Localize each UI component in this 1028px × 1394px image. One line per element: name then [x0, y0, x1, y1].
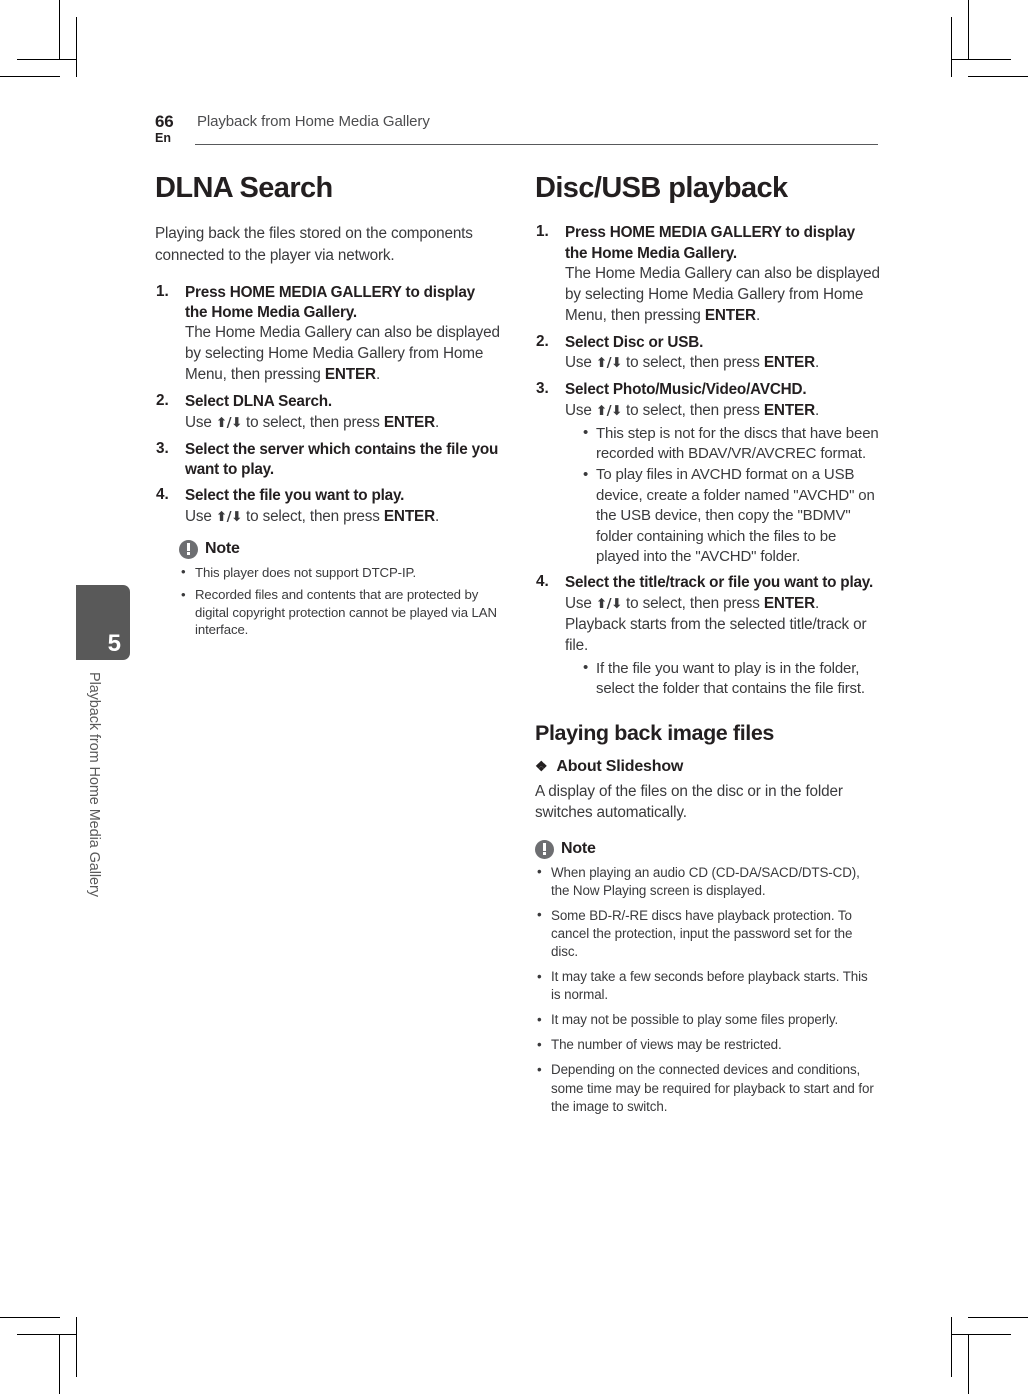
left-steps-list: Press HOME MEDIA GALLERY to display the …: [155, 283, 500, 528]
updown-arrows-icon: ⬆/⬇: [595, 355, 623, 372]
updown-arrows-icon: ⬆/⬇: [215, 508, 243, 525]
left-step-3: Select the server which contains the fil…: [155, 440, 500, 481]
right-column: Disc/USB playback Press HOME MEDIA GALLE…: [535, 172, 880, 1123]
right-step-1-heading: Press HOME MEDIA GALLERY to display the …: [565, 224, 855, 262]
note-item: Recorded files and contents that are pro…: [179, 586, 500, 639]
page-header: 66 En Playback from Home Media Gallery: [155, 112, 880, 156]
right-step-4-bullets: If the file you want to play is in the f…: [565, 658, 880, 700]
right-steps-list: Press HOME MEDIA GALLERY to display the …: [535, 223, 880, 699]
left-step-1-heading: Press HOME MEDIA GALLERY to display the …: [185, 283, 475, 322]
sub-bullet: To play files in AVCHD format on a USB d…: [583, 465, 880, 567]
crop-mark-top-left-h1: [0, 76, 60, 77]
crop-mark-top-right-h2: [951, 59, 1011, 60]
crop-mark-top-right-h1: [968, 76, 1028, 77]
exclamation-circle-icon: [535, 839, 554, 859]
crop-mark-top-left-h2: [17, 59, 77, 60]
crop-mark-top-left-v1: [59, 0, 60, 60]
header-divider: [195, 144, 878, 145]
right-step-3-bullets: This step is not for the discs that have…: [565, 423, 880, 568]
sub-bullet: This step is not for the discs that have…: [583, 423, 880, 465]
crop-mark-bottom-right-h1: [968, 1317, 1028, 1318]
right-section-title: Disc/USB playback: [535, 172, 788, 204]
left-step-1: Press HOME MEDIA GALLERY to display the …: [155, 283, 500, 387]
chapter-tab-label: Playback from Home Media Gallery: [86, 672, 102, 897]
crop-mark-bottom-left-v1: [59, 1334, 60, 1394]
note-item: It may not be possible to play some file…: [535, 1011, 880, 1029]
note-item: The number of views may be restricted.: [535, 1036, 880, 1054]
crop-mark-bottom-left-h1: [0, 1317, 60, 1318]
note-item: This player does not support DTCP-IP.: [179, 563, 500, 582]
right-step-3: Select Photo/Music/Video/AVCHD. Use ⬆/⬇ …: [535, 380, 880, 567]
left-step-1-body: The Home Media Gallery can also be displ…: [185, 324, 500, 384]
about-slideshow-body: A display of the files on the disc or in…: [535, 783, 843, 821]
crop-mark-top-right-v1: [968, 0, 969, 60]
left-step-2-body: Use ⬆/⬇ to select, then press ENTER.: [185, 413, 440, 431]
left-column: DLNA Search Playing back the files store…: [155, 172, 500, 644]
left-note-header: Note: [179, 539, 500, 559]
sub-bullet: If the file you want to play is in the f…: [583, 658, 880, 700]
page-header-title: Playback from Home Media Gallery: [197, 113, 430, 130]
left-note-title: Note: [205, 540, 240, 558]
note-item: It may take a few seconds before playbac…: [535, 968, 880, 1004]
note-item: Depending on the connected devices and c…: [535, 1061, 880, 1115]
crop-mark-bottom-right-v1: [968, 1334, 969, 1394]
page-number: 66: [155, 112, 174, 131]
updown-arrows-icon: ⬆/⬇: [595, 402, 623, 419]
exclamation-circle-icon: [179, 539, 198, 559]
right-note-list: When playing an audio CD (CD-DA/SACD/DTS…: [535, 863, 880, 1116]
left-step-4-body: Use ⬆/⬇ to select, then press ENTER.: [185, 507, 440, 525]
diamond-bullet-icon: ❖: [535, 758, 548, 775]
left-section-title: DLNA Search: [155, 172, 333, 204]
crop-mark-bottom-right-h2: [951, 1334, 1011, 1335]
right-subsection-title: Playing back image files: [535, 721, 774, 746]
right-step-4: Select the title/track or file you want …: [535, 573, 880, 699]
note-item: Some BD-R/-RE discs have playback protec…: [535, 906, 880, 961]
right-step-3-heading: Select Photo/Music/Video/AVCHD.: [565, 381, 807, 399]
right-step-2: Select Disc or USB. Use ⬆/⬇ to select, t…: [535, 333, 880, 374]
right-note-title: Note: [561, 840, 596, 858]
crop-mark-top-left-v2: [76, 17, 77, 77]
right-step-1: Press HOME MEDIA GALLERY to display the …: [535, 223, 880, 327]
page-language-code: En: [155, 131, 171, 145]
chapter-tab-number: 5: [107, 630, 121, 657]
left-note-box: Note This player does not support DTCP-I…: [179, 539, 500, 639]
crop-mark-bottom-left-v2: [76, 1317, 77, 1377]
left-step-4-heading: Select the file you want to play.: [185, 487, 405, 505]
left-step-2-heading: Select DLNA Search.: [185, 393, 332, 411]
right-note-box: Note When playing an audio CD (CD-DA/SAC…: [535, 839, 880, 1116]
left-note-list: This player does not support DTCP-IP. Re…: [179, 563, 500, 639]
updown-arrows-icon: ⬆/⬇: [595, 595, 623, 612]
chapter-tab: 5: [76, 585, 130, 660]
left-step-3-heading: Select the server which contains the fil…: [185, 440, 499, 478]
right-note-header: Note: [535, 839, 880, 859]
right-step-4-heading: Select the title/track or file you want …: [565, 574, 874, 592]
right-step-3-body: Use ⬆/⬇ to select, then press ENTER.: [565, 401, 820, 419]
crop-mark-bottom-left-h2: [17, 1334, 77, 1335]
right-step-4-body: Use ⬆/⬇ to select, then press ENTER. Pla…: [565, 594, 867, 654]
note-item: When playing an audio CD (CD-DA/SACD/DTS…: [535, 863, 880, 900]
updown-arrows-icon: ⬆/⬇: [215, 414, 243, 431]
right-step-2-body: Use ⬆/⬇ to select, then press ENTER.: [565, 354, 820, 372]
about-slideshow-heading: ❖ About Slideshow: [535, 758, 880, 776]
crop-mark-bottom-right-v2: [951, 1317, 952, 1377]
left-intro-paragraph: Playing back the files stored on the com…: [155, 225, 473, 264]
left-step-4: Select the file you want to play. Use ⬆/…: [155, 486, 500, 527]
crop-mark-top-right-v2: [951, 17, 952, 77]
right-step-2-heading: Select Disc or USB.: [565, 334, 704, 352]
right-step-1-body: The Home Media Gallery can also be displ…: [565, 265, 880, 325]
about-slideshow-label: About Slideshow: [556, 758, 684, 776]
left-step-2: Select DLNA Search. Use ⬆/⬇ to select, t…: [155, 392, 500, 433]
